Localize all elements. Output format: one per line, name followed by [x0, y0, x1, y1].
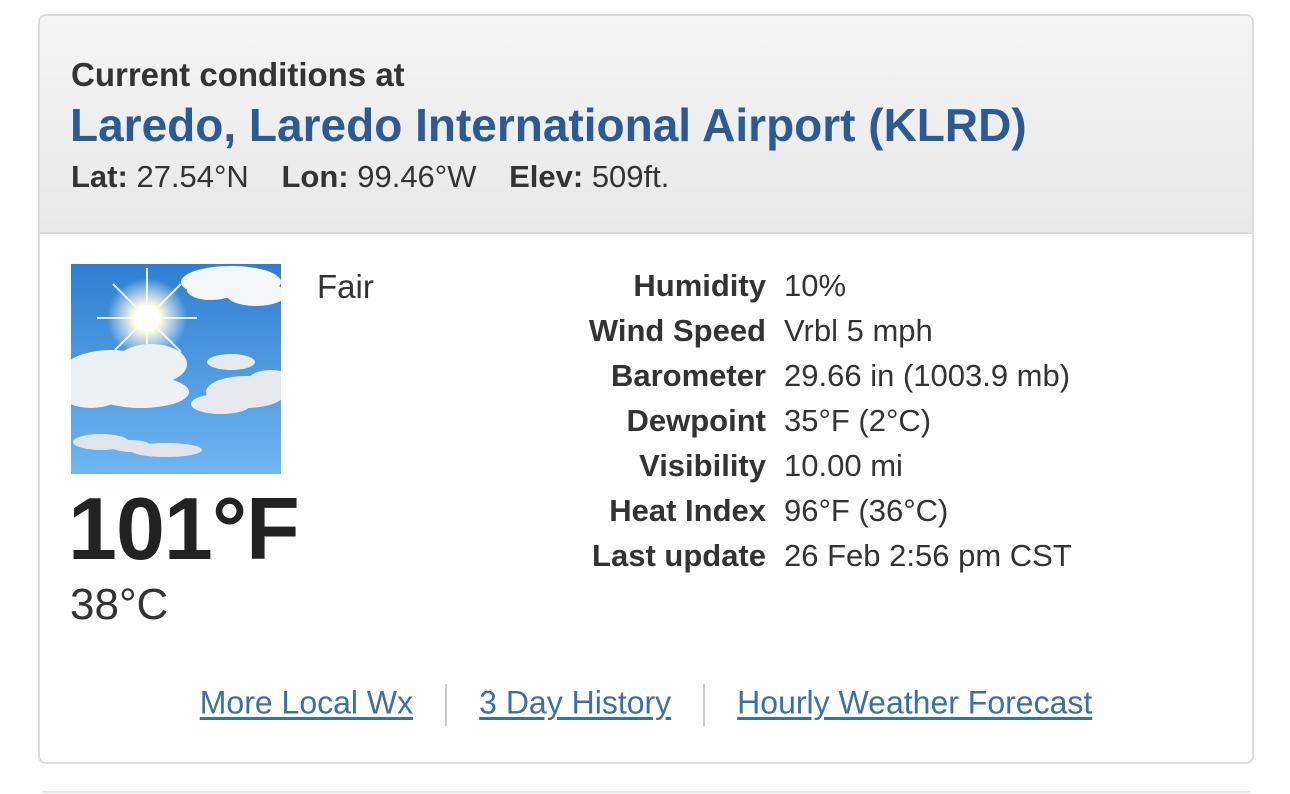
detail-label: Visibility — [639, 447, 766, 483]
temperature-celsius: 38°C — [70, 580, 169, 629]
current-conditions-panel: Current conditions at Laredo, Laredo Int… — [38, 14, 1254, 764]
elev-value: 509ft. — [591, 159, 670, 194]
panel-header: Current conditions at Laredo, Laredo Int… — [40, 16, 1252, 234]
sunny-with-clouds-icon — [71, 264, 281, 474]
temperature-fahrenheit: 101°F — [68, 479, 300, 578]
conditions-details-table: Humidity 10% Wind Speed Vrbl 5 mph Barom… — [440, 263, 1072, 578]
detail-label: Barometer — [610, 357, 766, 393]
hourly-forecast-link[interactable]: Hourly Weather Forecast — [737, 684, 1092, 720]
detail-label: Wind Speed — [588, 312, 766, 348]
station-title: Laredo, Laredo International Airport (KL… — [70, 99, 1027, 151]
detail-label: Humidity — [633, 267, 766, 303]
more-local-wx-link[interactable]: More Local Wx — [200, 684, 413, 720]
lat-label: Lat: — [71, 159, 128, 194]
three-day-history-link[interactable]: 3 Day History — [479, 684, 671, 720]
detail-row-dewpoint: Dewpoint 35°F (2°C) — [440, 398, 1072, 443]
detail-row-wind-speed: Wind Speed Vrbl 5 mph — [440, 308, 1072, 353]
detail-value: 29.66 in (1003.9 mb) — [784, 357, 1071, 393]
detail-value: 35°F (2°C) — [784, 402, 932, 438]
detail-value: Vrbl 5 mph — [784, 312, 933, 348]
lat-value: 27.54°N — [136, 159, 249, 194]
detail-row-heat-index: Heat Index 96°F (36°C) — [440, 488, 1072, 533]
detail-value: 96°F (36°C) — [784, 492, 949, 528]
elev-label: Elev: — [509, 159, 584, 194]
detail-row-last-update: Last update 26 Feb 2:56 pm CST — [440, 533, 1072, 578]
detail-row-barometer: Barometer 29.66 in (1003.9 mb) — [440, 353, 1072, 398]
detail-label: Heat Index — [609, 492, 766, 528]
detail-row-visibility: Visibility 10.00 mi — [440, 443, 1072, 488]
detail-label: Dewpoint — [626, 402, 767, 438]
link-separator — [703, 684, 706, 726]
detail-value: 10% — [784, 267, 847, 303]
detail-value: 26 Feb 2:56 pm CST — [784, 537, 1072, 573]
coordinates-line: Lat: 27.54°N Lon: 99.46°W Elev: 509ft. — [71, 159, 693, 195]
condition-text: Fair — [317, 268, 374, 305]
footer-links: More Local Wx 3 Day History Hourly Weather… — [40, 684, 1252, 726]
header-label: Current conditions at — [71, 56, 405, 93]
detail-value: 10.00 mi — [784, 447, 903, 483]
lon-value: 99.46°W — [357, 159, 477, 194]
divider — [42, 791, 1250, 793]
lon-label: Lon: — [281, 159, 349, 194]
detail-row-humidity: Humidity 10% — [440, 263, 1072, 308]
detail-label: Last update — [592, 537, 766, 573]
link-separator — [445, 684, 448, 726]
